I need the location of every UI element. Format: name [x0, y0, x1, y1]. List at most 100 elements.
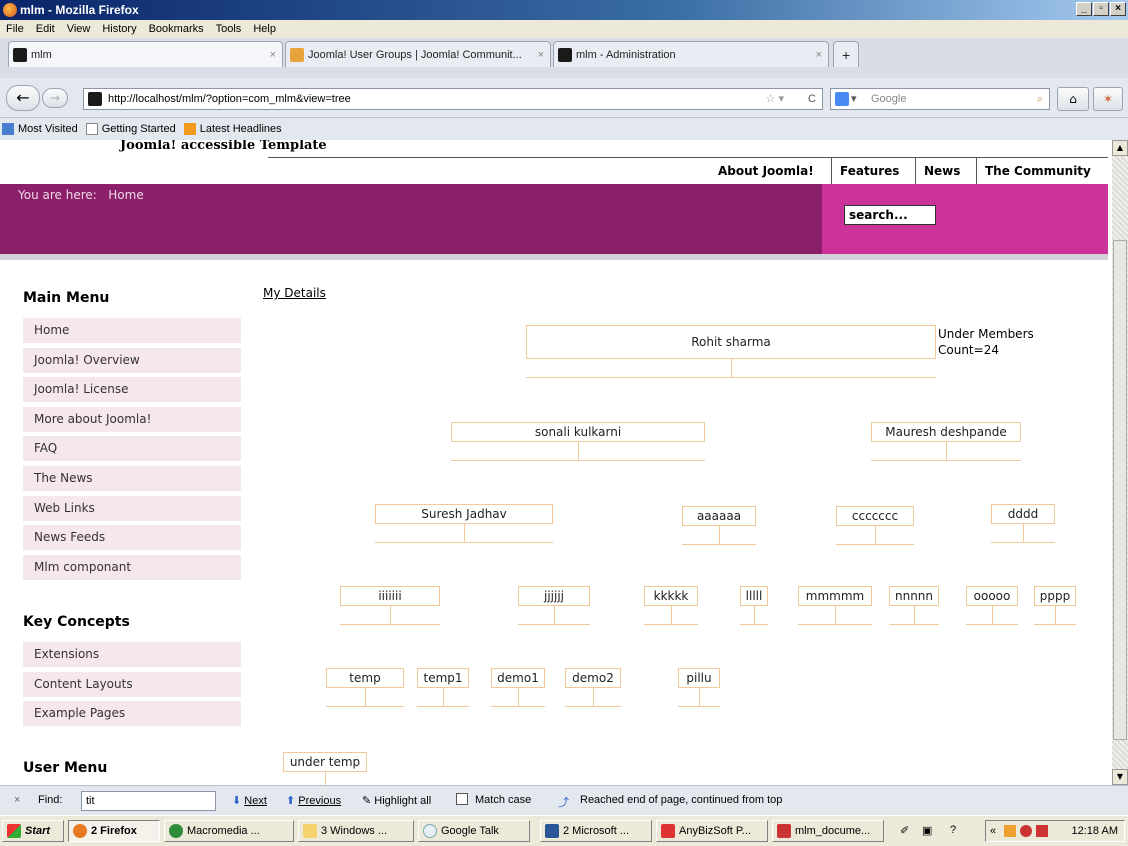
taskbar-anybizsoft[interactable]: AnyBizSoft P...	[656, 820, 768, 842]
tab-bar: mlm × Joomla! User Groups | Joomla! Comm…	[0, 38, 1128, 78]
tab-mlm[interactable]: mlm ×	[8, 41, 283, 67]
maximize-button[interactable]: ▫	[1093, 2, 1109, 16]
tree-node[interactable]: lllll	[740, 586, 768, 606]
monitor-icon[interactable]: ▣	[922, 824, 932, 837]
bookmark-most-visited[interactable]: Most Visited	[0, 118, 84, 140]
tree-connector	[375, 542, 553, 543]
bookmark-latest-headlines[interactable]: Latest Headlines	[182, 118, 288, 140]
tree-node[interactable]: Rohit sharma	[526, 325, 936, 359]
key-concepts-item[interactable]: Example Pages	[23, 701, 241, 728]
tree-node[interactable]: pillu	[678, 668, 720, 688]
tree-node[interactable]: nnnnn	[889, 586, 939, 606]
main-menu-item[interactable]: Joomla! Overview	[23, 347, 241, 374]
tab-joomla-user-groups[interactable]: Joomla! User Groups | Joomla! Communit..…	[285, 41, 551, 67]
site-search-input[interactable]: search...	[844, 205, 936, 225]
search-icon[interactable]: ⌕	[1037, 89, 1043, 109]
tree-node[interactable]: temp	[326, 668, 404, 688]
taskbar-firefox[interactable]: 2 Firefox	[68, 820, 160, 842]
tree-node[interactable]: mmmmm	[798, 586, 872, 606]
tree-node[interactable]: under temp	[283, 752, 367, 772]
main-menu-item[interactable]: Web Links	[23, 495, 241, 522]
tray-icon[interactable]	[1036, 825, 1048, 837]
scroll-down-icon[interactable]: ▼	[1112, 769, 1128, 785]
menu-tools[interactable]: Tools	[210, 20, 248, 38]
tree-node[interactable]: kkkkk	[644, 586, 698, 606]
tree-node[interactable]: pppp	[1034, 586, 1076, 606]
forward-button[interactable]: →	[42, 88, 68, 108]
bookmark-label: Latest Headlines	[199, 123, 282, 135]
close-tab-icon[interactable]: ×	[538, 42, 544, 67]
close-find-icon[interactable]: ×	[14, 794, 20, 806]
nav-news[interactable]: News	[915, 158, 968, 185]
joomla-icon	[290, 48, 304, 62]
new-tab-button[interactable]: +	[833, 41, 859, 67]
home-button[interactable]: ⌂	[1057, 87, 1089, 111]
main-menu-item[interactable]: Mlm componant	[23, 554, 241, 581]
tray-icon[interactable]	[1004, 825, 1016, 837]
key-concepts-item[interactable]: Extensions	[23, 642, 241, 668]
chevron-left-icon[interactable]: «	[990, 821, 996, 841]
close-button[interactable]: ×	[1110, 2, 1126, 16]
pencil-icon[interactable]: ✐	[900, 824, 909, 837]
back-button[interactable]: ←	[6, 85, 40, 111]
main-menu-item[interactable]: The News	[23, 466, 241, 492]
tree-node[interactable]: demo1	[491, 668, 545, 688]
breadcrumb-home[interactable]: Home	[108, 188, 143, 202]
tree-node[interactable]: temp1	[417, 668, 469, 688]
start-button[interactable]: Start	[2, 820, 64, 842]
tree-node[interactable]: sonali kulkarni	[451, 422, 705, 442]
nav-the-community[interactable]: The Community	[976, 158, 1099, 185]
tree-node[interactable]: aaaaaa	[682, 506, 756, 526]
main-menu-item[interactable]: More about Joomla!	[23, 406, 241, 433]
tree-node[interactable]: Mauresh deshpande	[871, 422, 1021, 442]
nav-about-joomla[interactable]: About Joomla!	[710, 158, 822, 185]
close-tab-icon[interactable]: ×	[270, 42, 276, 67]
page-scrollbar[interactable]: ▲ ▼	[1112, 140, 1128, 785]
url-bar[interactable]: http://localhost/mlm/?option=com_mlm&vie…	[83, 88, 823, 110]
taskbar-windows[interactable]: 3 Windows ...	[298, 820, 414, 842]
menu-bookmarks[interactable]: Bookmarks	[143, 20, 210, 38]
key-concepts-item[interactable]: Content Layouts	[23, 671, 241, 698]
help-icon[interactable]: ?	[950, 824, 956, 836]
reload-icon[interactable]: C	[808, 89, 816, 109]
addon-button[interactable]: ✶	[1093, 87, 1123, 111]
tray-icon[interactable]	[1020, 825, 1032, 837]
tab-mlm-administration[interactable]: mlm - Administration ×	[553, 41, 829, 67]
bookmark-getting-started[interactable]: Getting Started	[84, 118, 182, 140]
tree-node[interactable]: jjjjjj	[518, 586, 590, 606]
taskbar-google-talk[interactable]: Google Talk	[418, 820, 530, 842]
menu-help[interactable]: Help	[247, 20, 282, 38]
close-tab-icon[interactable]: ×	[816, 42, 822, 67]
main-menu-item[interactable]: News Feeds	[23, 525, 241, 552]
scroll-up-icon[interactable]: ▲	[1112, 140, 1128, 156]
menu-history[interactable]: History	[96, 20, 142, 38]
nav-features[interactable]: Features	[831, 158, 907, 185]
find-previous-button[interactable]: ⬆ Previous	[286, 794, 341, 807]
tree-node[interactable]: Suresh Jadhav	[375, 504, 553, 524]
star-icon[interactable]: ☆ ▾	[766, 89, 784, 109]
tree-node[interactable]: ccccccc	[836, 506, 914, 526]
taskbar-mlm-document[interactable]: mlm_docume...	[772, 820, 884, 842]
folder-icon	[303, 824, 317, 838]
tree-node[interactable]: iiiiiii	[340, 586, 440, 606]
search-bar[interactable]: ▾ Google ⌕	[830, 88, 1050, 110]
main-menu-item[interactable]: FAQ	[23, 436, 241, 463]
minimize-button[interactable]: _	[1076, 2, 1092, 16]
tree-connector	[731, 359, 732, 377]
taskbar-microsoft-word[interactable]: 2 Microsoft ...	[540, 820, 652, 842]
tree-node[interactable]: dddd	[991, 504, 1055, 524]
find-input[interactable]: tit	[81, 791, 216, 811]
find-next-button[interactable]: ⬇ Next	[232, 794, 267, 807]
taskbar-macromedia[interactable]: Macromedia ...	[164, 820, 294, 842]
menu-file[interactable]: File	[0, 20, 30, 38]
menu-edit[interactable]: Edit	[30, 20, 61, 38]
highlight-all-button[interactable]: ✎ Highlight all	[362, 794, 431, 807]
main-menu-item[interactable]: Joomla! License	[23, 377, 241, 404]
scroll-thumb[interactable]	[1113, 240, 1127, 740]
main-menu-item[interactable]: Home	[23, 318, 241, 344]
menu-view[interactable]: View	[61, 20, 97, 38]
tree-node[interactable]: ooooo	[966, 586, 1018, 606]
tree-node[interactable]: demo2	[565, 668, 621, 688]
my-details-link[interactable]: My Details	[263, 286, 326, 300]
match-case-checkbox[interactable]	[456, 793, 468, 805]
